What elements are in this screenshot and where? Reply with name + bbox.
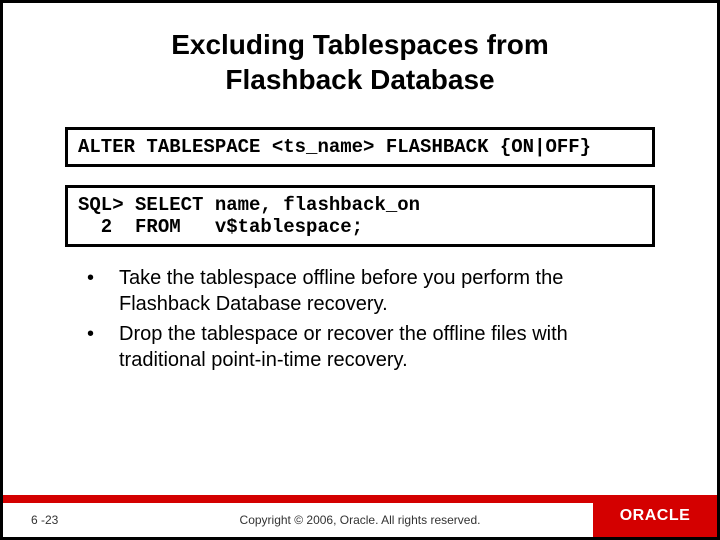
list-item: • Drop the tablespace or recover the off… [75, 321, 655, 373]
title-line-2: Flashback Database [225, 64, 494, 95]
bullet-icon: • [75, 265, 119, 291]
oracle-logo: ORACLE [593, 495, 717, 537]
code-box-alter: ALTER TABLESPACE <ts_name> FLASHBACK {ON… [65, 127, 655, 167]
bullet-list: • Take the tablespace offline before you… [65, 265, 655, 373]
bullet-text: Take the tablespace offline before you p… [119, 265, 655, 317]
page-number: 6 -23 [3, 513, 123, 527]
list-item: • Take the tablespace offline before you… [75, 265, 655, 317]
title-line-1: Excluding Tablespaces from [171, 29, 549, 60]
bullet-icon: • [75, 321, 119, 347]
bullet-text: Drop the tablespace or recover the offli… [119, 321, 655, 373]
oracle-logo-text: ORACLE [620, 507, 691, 525]
slide-title: Excluding Tablespaces from Flashback Dat… [3, 27, 717, 97]
slide: Excluding Tablespaces from Flashback Dat… [0, 0, 720, 540]
copyright-text: Copyright © 2006, Oracle. All rights res… [240, 513, 481, 527]
content-area: ALTER TABLESPACE <ts_name> FLASHBACK {ON… [3, 97, 717, 495]
footer-lower: 6 -23 Copyright © 2006, Oracle. All righ… [3, 503, 717, 537]
code-box-select: SQL> SELECT name, flashback_on 2 FROM v$… [65, 185, 655, 247]
footer: 6 -23 Copyright © 2006, Oracle. All righ… [3, 495, 717, 537]
